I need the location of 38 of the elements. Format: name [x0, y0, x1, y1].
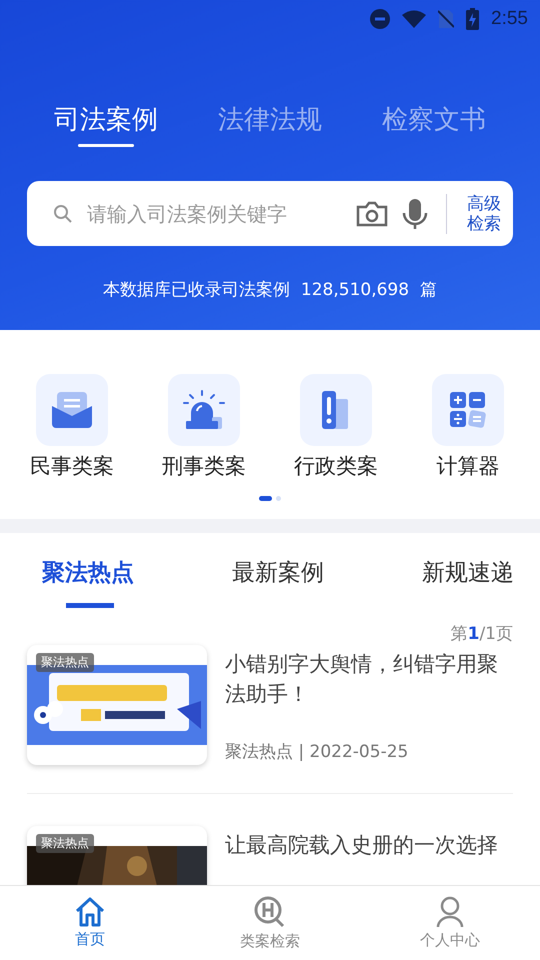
category-label: 刑事类案 [162, 453, 246, 480]
record-count: 本数据库已收录司法案例 128,510,698 篇 [102, 279, 438, 301]
article-thumbnail[interactable]: 聚法热点 [27, 826, 207, 885]
page-indicator: 第1/1页 [450, 623, 514, 645]
search-field[interactable]: 请输入司法案例关键字 高级检索 [27, 181, 513, 246]
news-tab[interactable]: 聚法热点 [42, 557, 134, 608]
article-title[interactable]: 让最高院载入史册的一次选择 [225, 830, 498, 860]
category-badge: 聚法热点 [36, 653, 94, 672]
category-badge: 聚法热点 [36, 834, 94, 853]
category-tab[interactable]: 司法案例 [54, 102, 158, 145]
category-shortcut[interactable]: 行政类案 [276, 374, 396, 480]
article-thumbnail[interactable]: 聚法热点 [27, 645, 207, 765]
battery-icon [466, 8, 480, 30]
category-label: 行政类案 [294, 453, 378, 480]
no-sim-icon [438, 9, 454, 29]
news-tab[interactable]: 最新案例 [232, 557, 324, 608]
search-icon [253, 895, 287, 929]
nav-tab[interactable]: 首页 [20, 897, 160, 949]
do-not-disturb-icon [370, 9, 390, 29]
wifi-icon [402, 10, 426, 28]
category-shortcut[interactable]: 计算器 [408, 374, 528, 480]
clock: 2:55 [491, 8, 528, 30]
article-meta: 聚法热点 | 2022-05-25 [225, 741, 410, 763]
search-icon [53, 204, 73, 224]
category-label: 民事类案 [30, 453, 114, 480]
person-icon [435, 896, 465, 928]
calculator-icon [448, 390, 488, 430]
microphone-icon[interactable] [400, 198, 430, 230]
article-title[interactable]: 小错别字大舆情，纠错字用聚法助手！ [225, 649, 513, 709]
category-shortcut[interactable]: 刑事类案 [144, 374, 264, 480]
envelope-tray-icon [50, 390, 94, 430]
siren-icon [182, 389, 226, 431]
category-shortcut[interactable]: 民事类案 [12, 374, 132, 480]
home-icon [74, 897, 106, 927]
advanced-search-button[interactable]: 高级检索 [446, 194, 501, 234]
category-label: 计算器 [436, 453, 500, 480]
camera-icon[interactable] [356, 200, 388, 226]
news-tab[interactable]: 新规速递 [422, 557, 514, 608]
